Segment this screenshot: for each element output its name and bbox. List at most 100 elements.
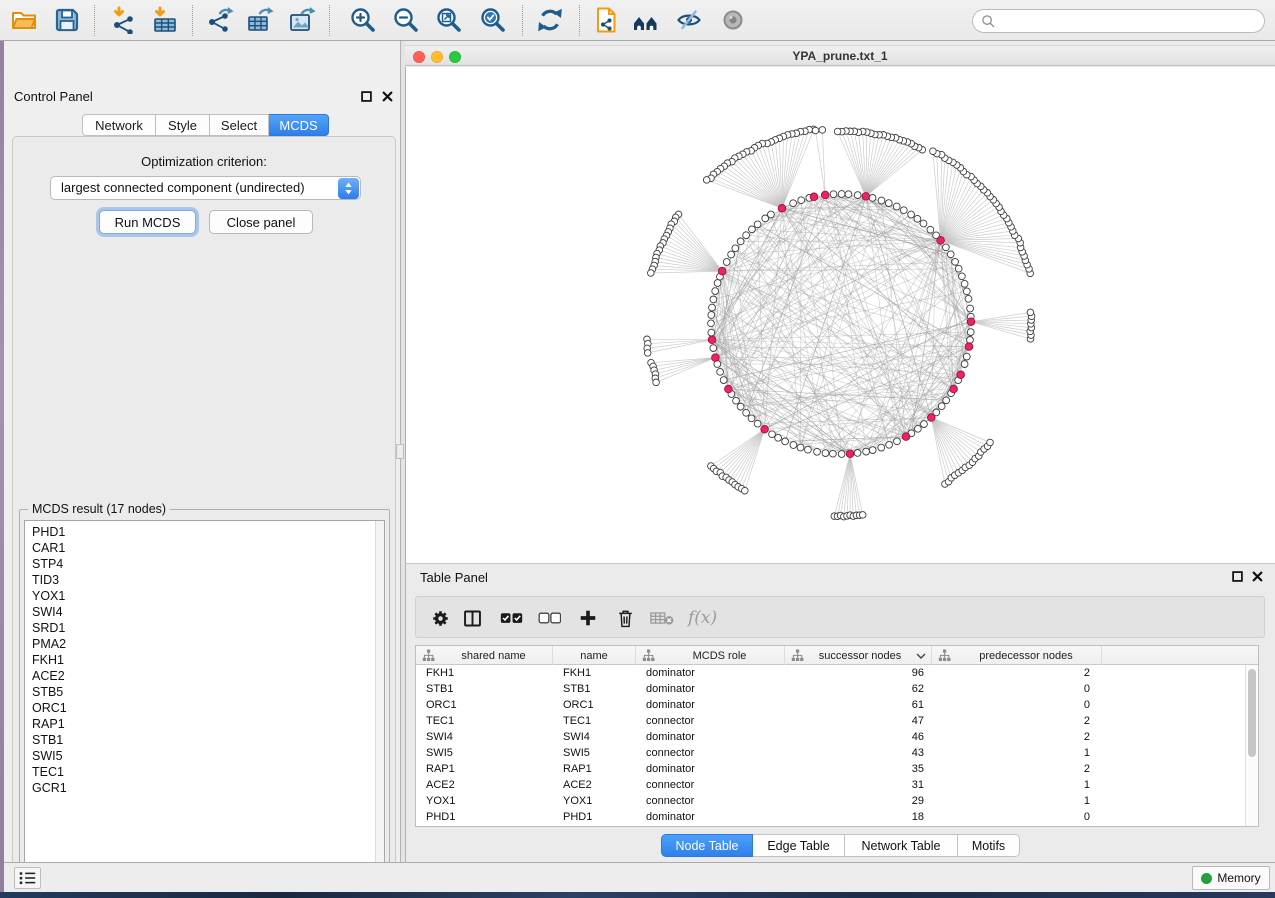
table-cell: SWI5 [416, 745, 553, 761]
table-row[interactable]: FKH1FKH1dominator962 [416, 665, 1245, 681]
tab-network[interactable]: Network [82, 114, 156, 136]
result-node-item[interactable]: ORC1 [25, 700, 384, 716]
float-panel-icon[interactable] [361, 91, 373, 103]
table-row[interactable]: RAP1RAP1dominator352 [416, 761, 1245, 777]
export-table-button[interactable] [246, 6, 274, 34]
result-node-item[interactable]: STB1 [25, 732, 384, 748]
table-row[interactable]: TEC1TEC1connector472 [416, 713, 1245, 729]
table-row[interactable]: PHD1PHD1dominator180 [416, 809, 1245, 825]
tab-style[interactable]: Style [156, 114, 210, 136]
network-canvas[interactable] [405, 67, 1275, 563]
export-image-button[interactable] [288, 6, 316, 34]
table-row[interactable]: ACE2ACE2connector311 [416, 777, 1245, 793]
find-binoculars-button[interactable] [632, 6, 660, 34]
table-cell: 96 [785, 665, 932, 681]
network-window-titlebar[interactable]: YPA_prune.txt_1 [405, 45, 1275, 66]
criterion-dropdown[interactable]: largest connected component (undirected) [50, 176, 361, 200]
zoom-fit-button[interactable] [435, 6, 463, 34]
table-cell: 2 [932, 713, 1102, 729]
import-network-button[interactable] [110, 6, 138, 34]
table-cell: dominator [636, 809, 785, 825]
share-document-button[interactable] [593, 6, 621, 34]
table-row[interactable]: SWI5SWI5connector431 [416, 745, 1245, 761]
mcds-list-scrollbar[interactable] [375, 521, 384, 874]
result-node-item[interactable]: GCR1 [25, 780, 384, 796]
select-all-checkboxes-button[interactable] [500, 606, 523, 630]
zoom-in-button[interactable] [349, 6, 377, 34]
table-panel: Table Panel f(x) shared namenameMCDS rol… [405, 563, 1275, 862]
close-table-panel-icon[interactable] [1252, 571, 1264, 583]
table-scrollbar-thumb[interactable] [1248, 669, 1256, 757]
result-node-item[interactable]: YOX1 [25, 588, 384, 604]
column-header-MCDS-role[interactable]: MCDS role [636, 646, 785, 665]
mcds-result-list[interactable]: PHD1CAR1STP4TID3YOX1SWI4SRD1PMA2FKH1ACE2… [24, 520, 385, 875]
result-node-item[interactable]: PMA2 [25, 636, 384, 652]
table-cell: 29 [785, 793, 932, 809]
split-columns-button[interactable] [462, 606, 483, 630]
table-cell: dominator [636, 761, 785, 777]
tab-mcds[interactable]: MCDS [269, 114, 329, 136]
tab-node-table[interactable]: Node Table [661, 834, 753, 857]
delete-column-icon [616, 608, 635, 629]
open-file-button[interactable] [10, 6, 38, 34]
table-row[interactable]: YOX1YOX1connector291 [416, 793, 1245, 809]
import-table-button[interactable] [151, 6, 179, 34]
result-node-item[interactable]: RAP1 [25, 716, 384, 732]
column-type-icon [938, 649, 951, 662]
zoom-selected-button[interactable] [479, 6, 507, 34]
splitter-grip[interactable] [396, 444, 404, 459]
float-table-panel-icon[interactable] [1232, 571, 1244, 583]
table-row[interactable]: SWI4SWI4dominator462 [416, 729, 1245, 745]
refresh-view-button[interactable] [536, 6, 564, 34]
export-table-icon [246, 6, 274, 34]
close-panel-button[interactable]: Close panel [209, 210, 313, 234]
memory-button[interactable]: Memory [1192, 866, 1270, 890]
tab-motifs[interactable]: Motifs [958, 834, 1020, 857]
optimization-criterion-label: Optimization criterion: [13, 154, 395, 169]
result-node-item[interactable]: ACE2 [25, 668, 384, 684]
table-scrollbar[interactable] [1245, 665, 1258, 826]
result-node-item[interactable]: TEC1 [25, 764, 384, 780]
table-cell: 0 [932, 809, 1102, 825]
column-type-icon [791, 649, 804, 662]
tab-network-table[interactable]: Network Table [845, 834, 958, 857]
export-network-button[interactable] [206, 6, 234, 34]
table-settings-button[interactable] [430, 606, 451, 630]
table-row[interactable]: ORC1ORC1dominator610 [416, 697, 1245, 713]
hide-selected-button[interactable] [675, 6, 703, 34]
column-header-successor-nodes[interactable]: successor nodes [785, 646, 932, 665]
table-row[interactable]: STB1STB1dominator620 [416, 681, 1245, 697]
result-node-item[interactable]: SRD1 [25, 620, 384, 636]
save-session-button[interactable] [53, 6, 81, 34]
result-node-item[interactable]: FKH1 [25, 652, 384, 668]
result-node-item[interactable]: STP4 [25, 556, 384, 572]
automation-panel-button[interactable] [14, 867, 41, 889]
result-node-item[interactable]: SWI5 [25, 748, 384, 764]
tab-select[interactable]: Select [210, 114, 269, 136]
column-header-name[interactable]: name [553, 646, 636, 665]
delete-column-button[interactable] [616, 606, 635, 630]
node-table: shared namenameMCDS rolesuccessor nodesp… [415, 645, 1259, 827]
tab-edge-table[interactable]: Edge Table [753, 834, 845, 857]
zoom-out-button[interactable] [392, 6, 420, 34]
column-header-shared-name[interactable]: shared name [416, 646, 553, 665]
refresh-view-icon [536, 6, 564, 34]
import-network-icon [110, 6, 138, 34]
find-binoculars-icon [632, 6, 660, 34]
run-mcds-button[interactable]: Run MCDS [99, 210, 196, 234]
node-table-header: shared namenameMCDS rolesuccessor nodesp… [416, 646, 1258, 665]
result-node-item[interactable]: SWI4 [25, 604, 384, 620]
deselect-all-checkboxes-button[interactable] [538, 606, 561, 630]
show-all-button[interactable] [719, 6, 747, 34]
close-panel-icon[interactable] [382, 91, 394, 103]
add-column-button[interactable] [578, 606, 598, 630]
result-node-item[interactable]: TID3 [25, 572, 384, 588]
column-header-predecessor-nodes[interactable]: predecessor nodes [932, 646, 1102, 665]
result-node-item[interactable]: PHD1 [25, 524, 384, 540]
result-node-item[interactable]: STB5 [25, 684, 384, 700]
network-graph[interactable] [406, 67, 1275, 563]
search-field[interactable] [972, 9, 1265, 33]
search-input[interactable] [996, 14, 1264, 28]
result-node-item[interactable]: CAR1 [25, 540, 384, 556]
select-all-checkboxes-icon [500, 611, 523, 625]
